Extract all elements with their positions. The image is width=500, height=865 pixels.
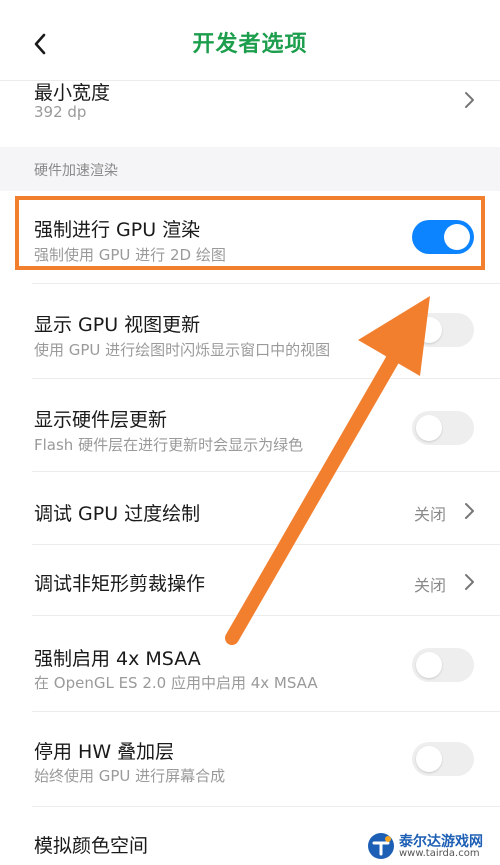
row-subtitle: 强制使用 GPU 进行 2D 绘图 xyxy=(34,246,226,264)
row-title: 强制进行 GPU 渲染 xyxy=(34,219,201,241)
row-title: 最小宽度 xyxy=(34,82,111,104)
watermark-url: www.tairda.com xyxy=(399,848,480,859)
chevron-right-icon xyxy=(465,503,474,519)
force-gpu-rendering-toggle[interactable] xyxy=(412,220,474,254)
row-value: 392 dp xyxy=(34,103,87,121)
row-title: 显示 GPU 视图更新 xyxy=(34,314,201,336)
watermark: 泰尔达游戏网 www.tairda.com xyxy=(366,831,492,861)
toggle-knob xyxy=(416,317,442,343)
disable-hw-overlays-toggle[interactable] xyxy=(412,742,474,776)
row-subtitle: 在 OpenGL ES 2.0 应用中启用 4x MSAA xyxy=(34,674,318,692)
row-subtitle: Flash 硬件层在进行更新时会显示为绿色 xyxy=(34,436,304,454)
toggle-knob xyxy=(444,224,470,250)
app-header: 开发者选项 xyxy=(0,0,500,81)
toggle-knob xyxy=(416,415,442,441)
chevron-right-icon xyxy=(465,92,474,108)
row-title: 调试 GPU 过度绘制 xyxy=(34,503,201,525)
toggle-knob xyxy=(416,746,442,772)
row-subtitle: 始终使用 GPU 进行屏幕合成 xyxy=(34,767,226,785)
row-title: 显示硬件层更新 xyxy=(34,409,168,431)
min-width-row[interactable]: 最小宽度 392 dp xyxy=(0,80,500,147)
watermark-logo-icon xyxy=(368,833,394,859)
force-4x-msaa-toggle[interactable] xyxy=(412,648,474,682)
row-status: 关闭 xyxy=(413,576,446,595)
chevron-right-icon xyxy=(465,574,474,590)
debug-non-rect-clip-row[interactable]: 调试非矩形剪裁操作 关闭 xyxy=(0,545,500,616)
page-title: 开发者选项 xyxy=(192,32,308,57)
show-gpu-view-updates-row[interactable]: 显示 GPU 视图更新 使用 GPU 进行绘图时闪烁显示窗口中的视图 xyxy=(0,284,500,379)
row-title: 模拟颜色空间 xyxy=(34,835,149,857)
show-hw-layer-updates-row[interactable]: 显示硬件层更新 Flash 硬件层在进行更新时会显示为绿色 xyxy=(0,379,500,472)
force-4x-msaa-row[interactable]: 强制启用 4x MSAA 在 OpenGL ES 2.0 应用中启用 4x MS… xyxy=(0,616,500,712)
row-title: 调试非矩形剪裁操作 xyxy=(34,573,206,595)
show-gpu-view-updates-toggle[interactable] xyxy=(412,313,474,347)
show-hw-layer-updates-toggle[interactable] xyxy=(412,411,474,445)
disable-hw-overlays-row[interactable]: 停用 HW 叠加层 始终使用 GPU 进行屏幕合成 xyxy=(0,712,500,807)
force-gpu-rendering-row[interactable]: 强制进行 GPU 渲染 强制使用 GPU 进行 2D 绘图 xyxy=(0,191,500,284)
row-title: 停用 HW 叠加层 xyxy=(34,741,175,763)
row-status: 关闭 xyxy=(413,505,446,524)
toggle-knob xyxy=(416,652,442,678)
debug-gpu-overdraw-row[interactable]: 调试 GPU 过度绘制 关闭 xyxy=(0,472,500,545)
section-label: 硬件加速渲染 xyxy=(34,163,118,179)
row-title: 强制启用 4x MSAA xyxy=(34,648,201,670)
row-subtitle: 使用 GPU 进行绘图时闪烁显示窗口中的视图 xyxy=(34,341,331,359)
